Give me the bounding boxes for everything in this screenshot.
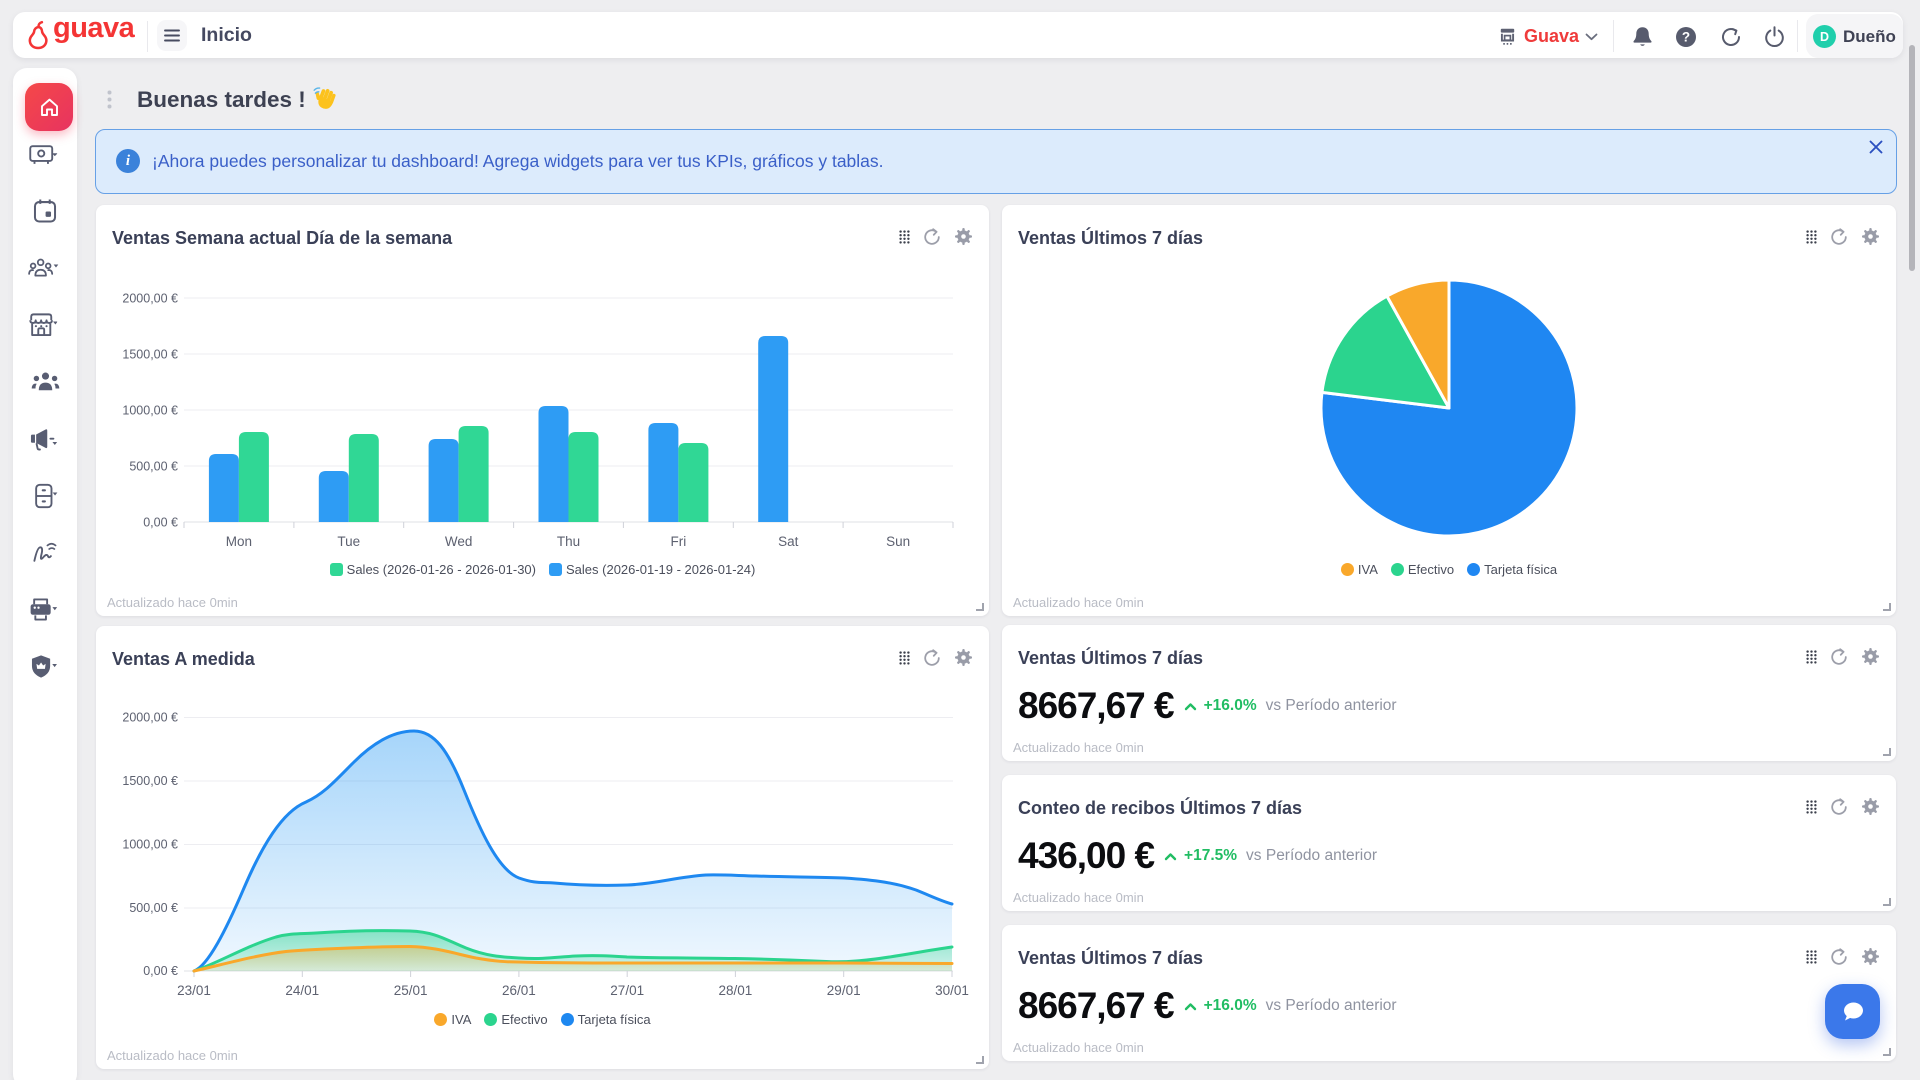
svg-text:28/01: 28/01: [719, 983, 753, 998]
svg-text:Fri: Fri: [671, 534, 687, 549]
svg-text:2000,00 €: 2000,00 €: [122, 292, 178, 306]
svg-text:29/01: 29/01: [827, 983, 861, 998]
svg-text:Thu: Thu: [557, 534, 580, 549]
svg-text:Tue: Tue: [337, 534, 360, 549]
svg-text:30/01: 30/01: [935, 983, 969, 998]
svg-text:0,00 €: 0,00 €: [143, 516, 178, 530]
svg-text:24/01: 24/01: [285, 983, 319, 998]
svg-text:0,00 €: 0,00 €: [143, 964, 178, 978]
svg-text:500,00 €: 500,00 €: [129, 460, 178, 474]
svg-text:26/01: 26/01: [502, 983, 536, 998]
svg-text:Mon: Mon: [226, 534, 252, 549]
svg-text:Sat: Sat: [778, 534, 799, 549]
svg-text:Sun: Sun: [886, 534, 910, 549]
svg-text:1000,00 €: 1000,00 €: [122, 838, 178, 852]
svg-text:?: ?: [1682, 30, 1690, 45]
svg-text:23/01: 23/01: [177, 983, 211, 998]
svg-text:2000,00 €: 2000,00 €: [122, 711, 178, 725]
svg-text:1500,00 €: 1500,00 €: [122, 774, 178, 788]
svg-text:27/01: 27/01: [610, 983, 644, 998]
svg-text:1000,00 €: 1000,00 €: [122, 404, 178, 418]
svg-text:500,00 €: 500,00 €: [129, 901, 178, 915]
svg-text:Wed: Wed: [445, 534, 473, 549]
svg-text:1500,00 €: 1500,00 €: [122, 348, 178, 362]
svg-text:25/01: 25/01: [394, 983, 428, 998]
